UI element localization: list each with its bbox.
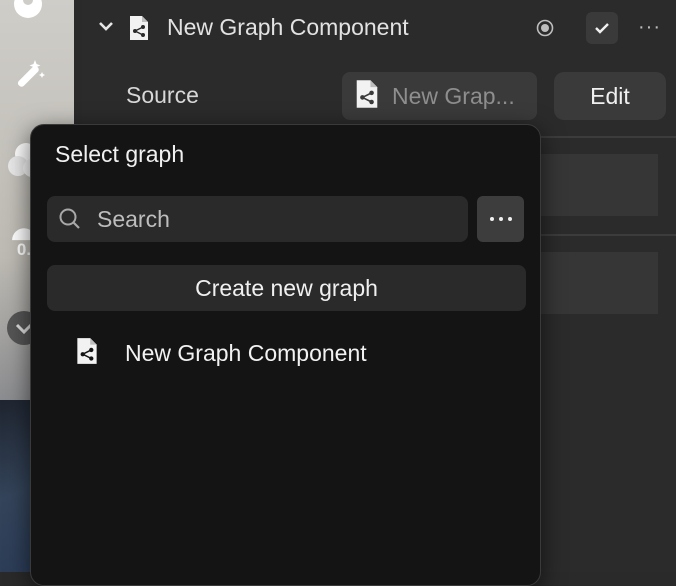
dot [507,217,512,221]
source-value: New Grap... [392,82,515,109]
property-field[interactable] [538,154,658,216]
component-header: New Graph Component ··· [82,0,676,56]
magic-wand-icon[interactable] [8,56,48,96]
search-icon [59,208,80,229]
edit-button[interactable]: Edit [554,72,666,120]
list-item-label: New Graph Component [125,339,367,366]
graph-document-icon [354,78,380,115]
checkmark-icon [595,23,609,34]
search-input[interactable] [95,204,439,234]
enable-toggle-button[interactable] [586,12,618,44]
source-selector[interactable]: New Grap... [342,72,537,120]
popover-title: Select graph [55,141,185,167]
create-new-graph-button[interactable]: Create new graph [47,265,526,311]
select-graph-popover: Select graph Create new graph New Graph … [30,124,541,586]
graph-document-icon [75,336,99,371]
list-item[interactable]: New Graph Component [47,329,526,377]
dot [489,217,494,221]
circle-tool-icon[interactable] [8,0,48,24]
component-title: New Graph Component [167,14,409,40]
chevron-down-icon[interactable] [98,18,114,34]
gauge-value: 0. [16,240,32,259]
ellipsis-icon[interactable]: ··· [638,16,661,39]
radio-icon[interactable] [536,19,554,37]
source-label: Source [126,82,199,108]
property-field[interactable] [538,252,658,314]
graph-document-icon [128,14,150,47]
more-options-button[interactable] [477,196,524,242]
dot [498,217,503,221]
search-box[interactable] [47,196,468,242]
